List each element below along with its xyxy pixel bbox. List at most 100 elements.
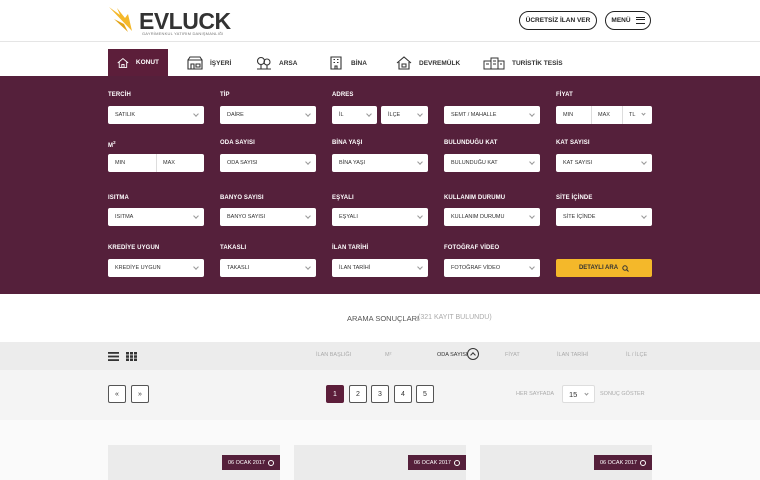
sort-oda[interactable]: ODA SAYISI (437, 352, 467, 358)
sort-m2[interactable]: M² (385, 352, 391, 358)
tercih-select[interactable]: SATILIK (108, 106, 204, 124)
category-tabs: KONUT İŞYERİ ARSA BİNA DEVREMÜLK TURİSTİ… (0, 42, 760, 76)
listing-card[interactable]: 06 OCAK 2017 (480, 445, 652, 480)
tab-bina[interactable]: BİNA (328, 50, 367, 76)
chevron-down-icon (529, 159, 535, 165)
chevron-down-icon (305, 264, 311, 270)
fiyat-label: FİYAT (556, 92, 573, 98)
semt-select[interactable]: SEMT / MAHALLE (444, 106, 540, 124)
shop-icon (187, 56, 203, 70)
results-title: ARAMA SONUÇLARI (347, 314, 420, 323)
listing-card[interactable]: 06 OCAK 2017 (108, 445, 280, 480)
sort-location[interactable]: İL / İLÇE (626, 352, 647, 358)
fiyat-max-input[interactable]: MAX (591, 106, 622, 124)
post-free-ad-button[interactable]: ÜCRETSİZ İLAN VER (519, 11, 597, 30)
prev-page-button[interactable]: « (108, 385, 126, 403)
il-select[interactable]: İL (332, 106, 377, 124)
tab-turistik-tesis-label: TURİSTİK TESİS (512, 59, 563, 67)
page-4-button[interactable]: 4 (394, 385, 412, 403)
ilan-tarihi-value: İLAN TARİHİ (339, 265, 371, 271)
ilan-tarihi-label: İLAN TARİHİ (332, 245, 369, 251)
grid-view-icon[interactable] (126, 352, 137, 361)
results-header: ARAMA SONUÇLARI (321 KAYIT BULUNDU) (0, 294, 760, 342)
tip-select[interactable]: DAİRE (220, 106, 316, 124)
bina-yasi-label: BİNA YAŞI (332, 140, 363, 146)
menu-button[interactable]: MENÜ (605, 11, 651, 30)
next-page-button[interactable]: » (131, 385, 149, 403)
kat-sayisi-select[interactable]: KAT SAYISI (556, 154, 652, 172)
house-icon (117, 57, 129, 68)
clock-icon (640, 459, 646, 466)
results-count: (321 KAYIT BULUNDU) (418, 314, 492, 321)
logo[interactable]: EVLUCK GAYRİMENKUL YATIRIM DANIŞMANLIĞI (108, 5, 231, 37)
sort-asc-icon[interactable] (467, 348, 479, 360)
chevron-down-icon (641, 111, 646, 116)
clock-icon (454, 459, 460, 466)
chevron-down-icon (193, 111, 199, 117)
per-page-value: 15 (569, 389, 578, 399)
page: EVLUCK GAYRİMENKUL YATIRIM DANIŞMANLIĞI … (0, 0, 760, 480)
bina-yasi-value: BİNA YAŞI (339, 160, 366, 166)
esyali-select[interactable]: EŞYALI (332, 208, 428, 226)
next-glyph: » (138, 390, 142, 398)
tab-konut[interactable]: KONUT (108, 49, 168, 76)
bulundugu-kat-select[interactable]: BULUNDUĞU KAT (444, 154, 540, 172)
currency-select[interactable]: TL (622, 106, 652, 124)
takas-select[interactable]: TAKASLI (220, 259, 316, 277)
isitma-value: ISITMA (115, 214, 134, 220)
tab-turistik-tesis[interactable]: TURİSTİK TESİS (483, 50, 563, 76)
bulundugu-kat-value: BULUNDUĞU KAT (451, 160, 498, 166)
listing-date: 06 OCAK 2017 (414, 459, 451, 466)
m2-min-input[interactable]: MIN (108, 154, 156, 172)
chevron-down-icon (305, 213, 311, 219)
takas-value: TAKASLI (227, 265, 250, 271)
listing-date-badge: 06 OCAK 2017 (222, 455, 280, 470)
kullanim-select[interactable]: KULLANIM DURUMU (444, 208, 540, 226)
building-icon (330, 56, 342, 70)
listing-date-badge: 06 OCAK 2017 (594, 455, 652, 470)
listing-cards: 06 OCAK 2017 06 OCAK 2017 06 OCAK 2017 (0, 420, 760, 480)
ilce-select[interactable]: İLÇE (381, 106, 428, 124)
listing-card[interactable]: 06 OCAK 2017 (294, 445, 466, 480)
chevron-down-icon (305, 111, 311, 117)
ilan-tarihi-select[interactable]: İLAN TARİHİ (332, 259, 428, 277)
m2-label: M2 (108, 140, 116, 149)
tab-arsa[interactable]: ARSA (256, 50, 297, 76)
list-view-icon[interactable] (108, 352, 119, 361)
foto-value: FOTOĞRAF VİDEO (451, 265, 501, 271)
page-1-button[interactable]: 1 (326, 385, 344, 403)
tab-isyeri-label: İŞYERİ (210, 59, 232, 67)
kredi-label: KREDİYE UYGUN (108, 245, 160, 251)
kredi-select[interactable]: KREDİYE UYGUN (108, 259, 204, 277)
kullanim-label: KULLANIM DURUMU (444, 195, 506, 201)
foto-label: FOTOĞRAF VİDEO (444, 245, 500, 251)
oda-select[interactable]: ODA SAYISI (220, 154, 316, 172)
sort-title[interactable]: İLAN BAŞLIĞI (316, 352, 351, 358)
tab-arsa-label: ARSA (279, 59, 298, 67)
fiyat-min-input[interactable]: MIN (556, 106, 591, 124)
listing-date: 06 OCAK 2017 (600, 459, 637, 466)
m2-max-input[interactable]: MAX (156, 154, 204, 172)
page-5-button[interactable]: 5 (416, 385, 434, 403)
tip-label: TİP (220, 92, 230, 98)
detailed-search-button[interactable]: DETAYLI ARA (556, 259, 652, 277)
show-results-label: SONUÇ GÖSTER (600, 391, 645, 397)
sort-price[interactable]: FİYAT (505, 352, 520, 358)
sort-date[interactable]: İLAN TARİHİ (557, 352, 588, 358)
site-select[interactable]: SİTE İÇİNDE (556, 208, 652, 226)
tab-devremulk[interactable]: DEVREMÜLK (396, 50, 460, 76)
search-icon (622, 264, 629, 272)
tab-devremulk-label: DEVREMÜLK (419, 59, 461, 67)
header: EVLUCK GAYRİMENKUL YATIRIM DANIŞMANLIĞI … (0, 0, 760, 42)
banyo-select[interactable]: BANYO SAYISI (220, 208, 316, 226)
bina-yasi-select[interactable]: BİNA YAŞI (332, 154, 428, 172)
isitma-select[interactable]: ISITMA (108, 208, 204, 226)
page-2-button[interactable]: 2 (349, 385, 367, 403)
page-3-button[interactable]: 3 (371, 385, 389, 403)
tab-isyeri[interactable]: İŞYERİ (187, 50, 231, 76)
chevron-down-icon (529, 213, 535, 219)
hotel-icon (483, 57, 505, 70)
m2-sup: 2 (113, 140, 116, 145)
foto-select[interactable]: FOTOĞRAF VİDEO (444, 259, 540, 277)
per-page-select[interactable]: 15 (562, 385, 595, 403)
